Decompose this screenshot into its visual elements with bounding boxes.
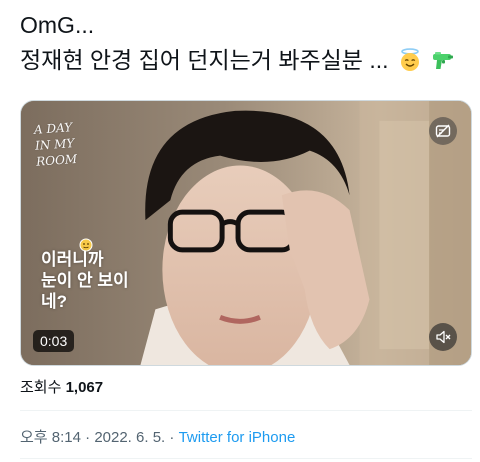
tweet-date[interactable]: 2022. 6. 5. — [94, 429, 165, 446]
overlay-title-line-2: IN MY ROOM — [34, 136, 78, 169]
mute-button[interactable] — [429, 323, 457, 351]
tweet-text: OmG... 정재현 안경 집어 던지는거 봐주실분 ... — [20, 8, 470, 78]
tweet-text-line-2: 정재현 안경 집어 던지는거 봐주실분 ... — [20, 43, 470, 78]
tweet-time[interactable]: 오후 8:14 — [20, 429, 81, 446]
video-player[interactable]: A DAY IN MY ROOM 이러니까 눈이 안 보이네? 0:03 — [20, 100, 472, 366]
mute-icon — [436, 330, 451, 344]
captions-icon — [435, 124, 451, 138]
video-timestamp: 0:03 — [33, 330, 75, 352]
meta-separator: · — [165, 429, 179, 446]
video-overlay-title: A DAY IN MY ROOM — [33, 116, 116, 169]
view-count: 조회수 1,067 — [20, 376, 103, 397]
captions-button[interactable] — [429, 117, 457, 145]
divider — [20, 410, 472, 411]
water-pistol-icon — [433, 52, 454, 69]
tweet-source-link[interactable]: Twitter for iPhone — [179, 429, 296, 446]
caption-line-2: 눈이 안 보이네? — [41, 271, 129, 311]
smiling-face-with-halo-icon — [400, 48, 419, 71]
tweet-text-line-1: OmG... — [20, 12, 95, 38]
video-caption: 이러니까 눈이 안 보이네? — [41, 249, 151, 312]
tweet-meta: 오후 8:14 · 2022. 6. 5. · Twitter for iPho… — [20, 426, 295, 447]
views-label: 조회수 — [20, 379, 62, 396]
caption-line-1: 이러니까 — [41, 250, 104, 269]
views-count: 1,067 — [65, 379, 104, 396]
divider — [20, 458, 472, 459]
tweet-text-body: 정재현 안경 집어 던지는거 봐주실분 ... — [20, 47, 389, 73]
meta-separator: · — [80, 429, 95, 446]
